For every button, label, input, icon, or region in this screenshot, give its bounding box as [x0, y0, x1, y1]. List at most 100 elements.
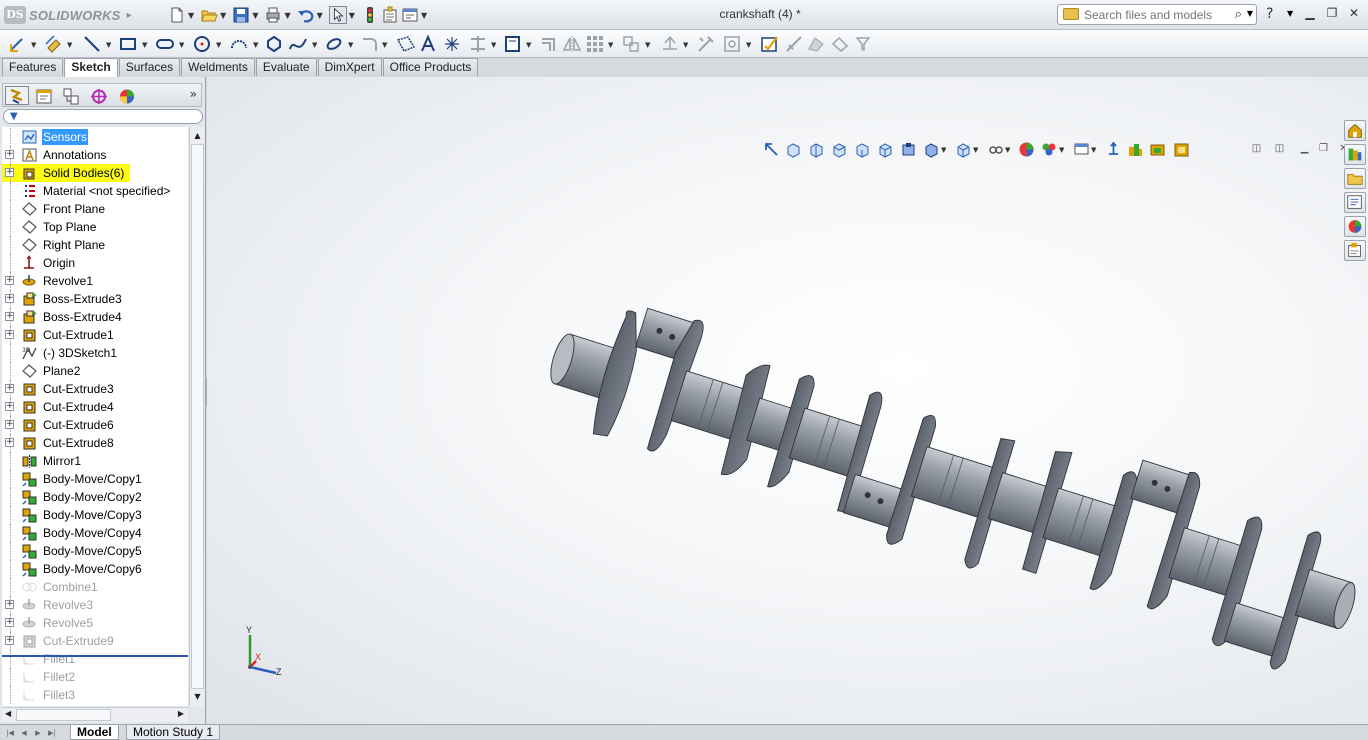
- tab-dimxpert[interactable]: DimXpert: [317, 58, 382, 76]
- expand-icon[interactable]: +: [5, 420, 14, 429]
- graphics-area[interactable]: ▼ ▼ ▼ ▼ ▼ ◫ ◫ ▁ ❐ ✕: [207, 77, 1368, 724]
- tab-sketch[interactable]: Sketch: [64, 58, 118, 77]
- spline-dropdown-icon[interactable]: ▼: [312, 41, 317, 49]
- tree-item[interactable]: Fillet2: [2, 668, 188, 686]
- print-dropdown-icon[interactable]: ▼: [284, 11, 290, 20]
- expand-icon[interactable]: +: [5, 438, 14, 447]
- dimxpert-manager-tab[interactable]: [86, 86, 110, 105]
- scroll-thumb[interactable]: [191, 144, 204, 689]
- trim-dropdown-icon[interactable]: ▼: [491, 41, 496, 49]
- convert-entities-icon[interactable]: [503, 34, 523, 54]
- arc-icon[interactable]: [229, 34, 249, 54]
- tab-office-products[interactable]: Office Products: [382, 58, 479, 76]
- convert-dropdown-icon[interactable]: ▼: [526, 41, 531, 49]
- tree-item[interactable]: Front Plane: [2, 200, 188, 218]
- move-dropdown-icon[interactable]: ▼: [645, 41, 650, 49]
- feature-manager-tab[interactable]: [5, 86, 29, 105]
- hscroll-thumb[interactable]: [16, 709, 111, 721]
- expand-icon[interactable]: +: [5, 294, 14, 303]
- dimension-dropdown-icon[interactable]: ▼: [67, 41, 72, 49]
- expand-icon[interactable]: +: [5, 330, 14, 339]
- tree-item[interactable]: + Revolve1: [2, 272, 188, 290]
- tab-evaluate[interactable]: Evaluate: [255, 58, 317, 76]
- next-tab-icon[interactable]: ▶: [32, 727, 44, 739]
- rollback-bar[interactable]: [2, 655, 188, 657]
- fillet-dropdown-icon[interactable]: ▼: [382, 41, 387, 49]
- custom-properties-tab[interactable]: [1344, 240, 1366, 261]
- last-tab-icon[interactable]: ▶|: [46, 727, 58, 739]
- configuration-manager-tab[interactable]: [58, 86, 82, 105]
- tab-features[interactable]: Features: [2, 58, 64, 76]
- rectangle-dropdown-icon[interactable]: ▼: [142, 41, 147, 49]
- new-document-icon[interactable]: [168, 6, 186, 24]
- save-icon[interactable]: [232, 6, 250, 24]
- expand-icon[interactable]: +: [5, 636, 14, 645]
- sketch-ink-icon[interactable]: [830, 34, 850, 54]
- tree-item[interactable]: Body-Move/Copy1: [2, 470, 188, 488]
- relations-dropdown-icon[interactable]: ▼: [683, 41, 688, 49]
- instant-2d-icon[interactable]: [784, 34, 804, 54]
- new-dropdown-icon[interactable]: ▼: [188, 11, 194, 20]
- save-dropdown-icon[interactable]: ▼: [252, 11, 258, 20]
- help-dropdown-icon[interactable]: ▼: [1287, 9, 1293, 18]
- rectangle-icon[interactable]: [118, 34, 138, 54]
- shaded-sketch-contours-icon[interactable]: [806, 34, 826, 54]
- expand-icon[interactable]: +: [5, 384, 14, 393]
- search-dropdown-icon[interactable]: ▼: [1247, 9, 1253, 18]
- scroll-right-icon[interactable]: ▶: [178, 709, 184, 718]
- expand-icon[interactable]: +: [5, 402, 14, 411]
- tree-item[interactable]: + Annotations: [2, 146, 188, 164]
- tree-item[interactable]: + Cut-Extrude4: [2, 398, 188, 416]
- tree-filter-input[interactable]: ▼: [3, 109, 203, 124]
- quick-snaps-icon[interactable]: [722, 34, 742, 54]
- tree-item[interactable]: + Revolve5: [2, 614, 188, 632]
- expand-icon[interactable]: +: [5, 618, 14, 627]
- restore-icon[interactable]: ❐: [1324, 6, 1340, 20]
- minimize-icon[interactable]: ▁: [1302, 6, 1318, 20]
- line-icon[interactable]: [82, 34, 102, 54]
- expand-icon[interactable]: +: [5, 600, 14, 609]
- undo-dropdown-icon[interactable]: ▼: [317, 11, 323, 20]
- solidworks-logo[interactable]: DS SOLIDWORKS ▸: [4, 5, 132, 25]
- tree-item[interactable]: 3D (-) 3DSketch1: [2, 344, 188, 362]
- snaps-dropdown-icon[interactable]: ▼: [746, 41, 751, 49]
- prev-tab-icon[interactable]: ◀: [18, 727, 30, 739]
- sketch-dropdown-icon[interactable]: ▼: [31, 41, 36, 49]
- tab-model[interactable]: Model: [70, 725, 119, 740]
- tab-surfaces[interactable]: Surfaces: [118, 58, 181, 76]
- circle-dropdown-icon[interactable]: ▼: [216, 41, 221, 49]
- tree-item[interactable]: Body-Move/Copy6: [2, 560, 188, 578]
- repair-sketch-icon[interactable]: [696, 34, 716, 54]
- polygon-icon[interactable]: [264, 34, 284, 54]
- tree-item[interactable]: Plane2: [2, 362, 188, 380]
- more-tabs-icon[interactable]: »: [190, 87, 197, 101]
- tree-item[interactable]: + Cut-Extrude6: [2, 416, 188, 434]
- options-dropdown-icon[interactable]: ▼: [421, 11, 427, 20]
- open-folder-icon[interactable]: [200, 6, 218, 24]
- tree-item[interactable]: Sensors: [2, 128, 188, 146]
- plane-sketch-icon[interactable]: [396, 34, 416, 54]
- select-dropdown-icon[interactable]: ▼: [349, 11, 355, 20]
- circle-icon[interactable]: [192, 34, 212, 54]
- property-manager-tab[interactable]: [31, 86, 55, 105]
- file-explorer-tab[interactable]: [1344, 168, 1366, 189]
- display-relations-icon[interactable]: [660, 34, 680, 54]
- tree-item[interactable]: Body-Move/Copy2: [2, 488, 188, 506]
- scroll-down-icon[interactable]: ▼: [191, 690, 204, 704]
- ellipse-dropdown-icon[interactable]: ▼: [348, 41, 353, 49]
- tree-item[interactable]: + Cut-Extrude9: [2, 632, 188, 650]
- tree-item[interactable]: Origin: [2, 254, 188, 272]
- tree-vertical-scrollbar[interactable]: ▲ ▼: [189, 127, 204, 706]
- open-dropdown-icon[interactable]: ▼: [220, 11, 226, 20]
- scroll-up-icon[interactable]: ▲: [191, 129, 204, 143]
- point-icon[interactable]: [442, 34, 462, 54]
- undo-icon[interactable]: [297, 6, 315, 24]
- tree-item[interactable]: + Cut-Extrude8: [2, 434, 188, 452]
- tree-item[interactable]: Body-Move/Copy5: [2, 542, 188, 560]
- tree-item[interactable]: + Cut-Extrude3: [2, 380, 188, 398]
- offset-entities-icon[interactable]: [539, 34, 559, 54]
- resources-tab[interactable]: [1344, 120, 1366, 141]
- view-palette-tab[interactable]: [1344, 192, 1366, 213]
- expand-icon[interactable]: +: [5, 168, 14, 177]
- smart-dimension-icon[interactable]: [44, 34, 64, 54]
